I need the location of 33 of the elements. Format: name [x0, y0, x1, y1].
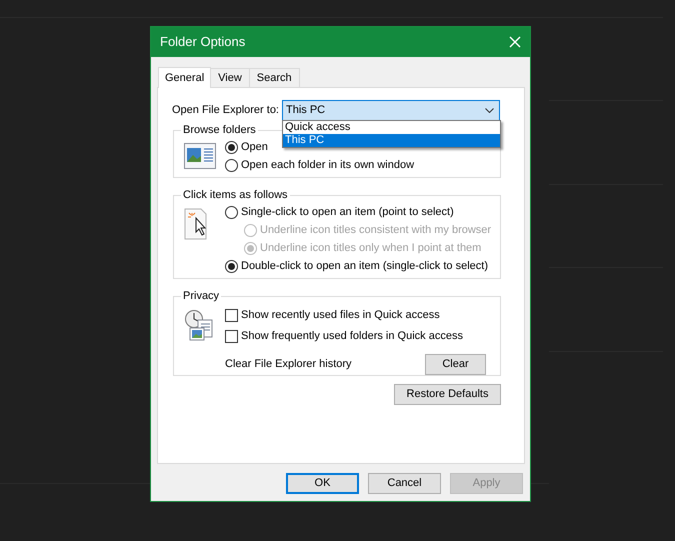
radio-label: Open each folder in its own window: [241, 158, 414, 174]
radio-label: Underline icon titles only when I point at them: [260, 241, 482, 256]
radio-label: Single-click to open an item (point to select): [241, 205, 454, 220]
dialog-button[interactable]: OK: [286, 473, 359, 494]
restore-defaults-button[interactable]: Restore Defaults: [394, 384, 501, 405]
clear-button[interactable]: Clear: [425, 354, 486, 374]
tab[interactable]: Search: [248, 68, 300, 87]
tab[interactable]: General: [158, 67, 212, 88]
dialog-button[interactable]: Cancel: [368, 473, 441, 494]
radio-button[interactable]: [225, 206, 238, 219]
radio-button[interactable]: [225, 260, 238, 273]
group-title: Browse folders: [182, 123, 257, 138]
dropdown-option[interactable]: Quick access: [283, 121, 500, 134]
window-picture-icon: [184, 142, 216, 168]
radio-label: Underline icon titles consistent with my browser: [260, 223, 492, 238]
dialog-button: Apply: [450, 473, 523, 494]
radio-button[interactable]: [225, 159, 238, 172]
radio-label: Double-click to open an item (single-click to select): [241, 259, 488, 274]
checkbox-label: Show recently used files in Quick access: [241, 308, 440, 323]
history-label: Clear File Explorer history: [225, 356, 352, 372]
radio-label: Open: [241, 140, 268, 156]
dropdown-option[interactable]: This PC: [283, 134, 500, 147]
group-title: Click items as follows: [182, 188, 289, 203]
radio-button[interactable]: [225, 141, 238, 154]
window-title: Folder Options: [160, 33, 246, 52]
checkbox-label: Show frequently used folders in Quick access: [241, 328, 463, 344]
dropdown-field[interactable]: This PC: [282, 100, 500, 121]
chevron-down-icon: [485, 108, 494, 113]
close-icon: [509, 36, 521, 48]
checkbox[interactable]: [225, 330, 238, 342]
combo-label: Open File Explorer to:: [172, 103, 280, 118]
group-title: Privacy: [182, 289, 220, 304]
checkbox[interactable]: [225, 308, 238, 322]
